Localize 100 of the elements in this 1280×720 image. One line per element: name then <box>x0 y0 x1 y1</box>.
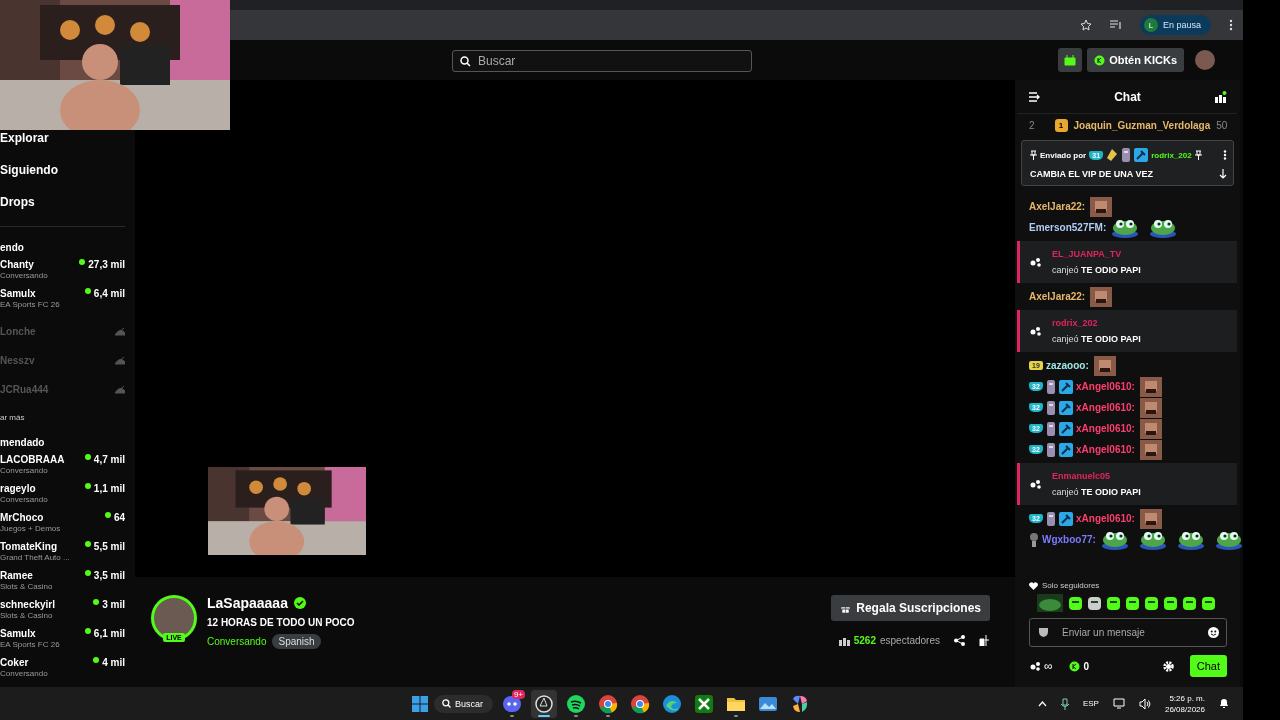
nav-item[interactable]: Explorar <box>0 131 49 145</box>
emote-icon <box>1093 355 1116 376</box>
collapse-icon[interactable] <box>1029 91 1041 102</box>
chat-username[interactable]: xAngel0610: <box>1076 381 1135 392</box>
user-avatar[interactable] <box>1195 50 1215 70</box>
taskbar-app[interactable]: 9+ <box>499 689 525 718</box>
gift-subs-button[interactable]: Regala Suscripciones <box>831 595 990 621</box>
channel-name[interactable]: Ramee <box>0 570 85 581</box>
channel-category: Juegos + Demos <box>0 524 62 533</box>
store-button[interactable] <box>1058 48 1083 72</box>
options-icon[interactable] <box>979 635 990 646</box>
channel-name[interactable]: TomateKing <box>0 541 85 552</box>
ring-icon <box>534 693 554 714</box>
channel-name[interactable]: MrChoco <box>0 512 105 523</box>
users-icon[interactable] <box>1214 90 1227 103</box>
emote-icon[interactable] <box>1145 596 1158 610</box>
store-icon <box>1064 54 1077 66</box>
media-queue-icon[interactable] <box>1109 20 1122 30</box>
emoji-icon[interactable] <box>1208 627 1219 638</box>
chat-username[interactable]: AxelJara22: <box>1029 201 1086 212</box>
emote-icon <box>1090 286 1113 307</box>
emote-icon <box>1139 439 1162 460</box>
channel-name[interactable]: rageylo <box>0 483 85 494</box>
channel-category: Grand Theft Auto ... <box>0 553 71 562</box>
chevron-up-icon[interactable] <box>1037 700 1047 707</box>
emote-icon[interactable] <box>1069 596 1082 610</box>
redeem-username[interactable]: EL_JUANPA_TV <box>1052 249 1141 259</box>
language-indicator[interactable]: ESP <box>1082 699 1099 708</box>
channel-name[interactable]: Coker <box>0 657 94 668</box>
chat-username[interactable]: xAngel0610: <box>1076 423 1135 434</box>
chat-username[interactable]: Emerson527FM: <box>1029 222 1107 233</box>
redeem-username[interactable]: Enmanuelc05 <box>1052 471 1141 481</box>
chat-username[interactable]: xAngel0610: <box>1076 513 1135 524</box>
wave-icon <box>662 693 682 714</box>
emote-icon <box>1139 508 1162 529</box>
more-icon[interactable] <box>1223 150 1227 160</box>
kicks-button[interactable]: Obtén KICKs <box>1087 48 1184 72</box>
emote-icon[interactable] <box>1126 596 1139 610</box>
nav-item[interactable]: Drops <box>0 195 35 209</box>
profile-button[interactable]: L En pausa <box>1139 15 1211 35</box>
stream-title: 12 HORAS DE TODO UN POCO <box>207 617 355 628</box>
star-icon[interactable] <box>1079 19 1092 31</box>
chat-username[interactable]: xAngel0610: <box>1076 444 1135 455</box>
viewers-label: espectadores <box>879 635 940 646</box>
emote-icon[interactable] <box>1164 596 1177 610</box>
show-more-link[interactable]: ar más <box>0 412 25 422</box>
tag[interactable]: Spanish <box>272 634 321 649</box>
emote-icon[interactable] <box>1088 596 1101 610</box>
heart-icon <box>1029 581 1038 590</box>
channel-category: Slots & Casino <box>0 582 54 591</box>
emote-icon[interactable] <box>1202 596 1215 610</box>
viewer-count: 5,5 mil <box>93 541 125 552</box>
microphone-icon[interactable] <box>1060 697 1069 710</box>
search-field[interactable]: Buscar <box>452 50 752 72</box>
leaderboard-user[interactable]: Joaquin_Guzman_Verdolaga <box>1073 119 1211 131</box>
coin-icon <box>1068 660 1080 672</box>
viewers-icon <box>838 635 850 646</box>
message-field[interactable]: Enviar un mensaje <box>1029 618 1227 647</box>
chat-username[interactable]: xAngel0610: <box>1076 402 1135 413</box>
send-button[interactable]: Chat <box>1189 655 1227 677</box>
channel-name[interactable]: Chanty <box>0 259 80 270</box>
network-icon[interactable] <box>1112 698 1125 709</box>
viewer-count: 64 <box>113 512 125 523</box>
sword-badge-icon <box>1134 148 1149 162</box>
sword-badge-icon <box>1059 442 1073 457</box>
nav-item[interactable]: Siguiendo <box>0 163 58 177</box>
viewer-count: 5262 <box>853 635 876 646</box>
channel-name[interactable]: Samulx <box>0 628 85 639</box>
streamer-name[interactable]: LaSapaaaaa <box>207 595 288 611</box>
viewer-count: 4 mil <box>102 657 125 668</box>
share-icon[interactable] <box>954 635 965 646</box>
arrow-down-icon[interactable] <box>1219 169 1227 179</box>
clock[interactable]: 5:26 p. m. 26/08/2026 <box>1164 693 1205 714</box>
points-icon <box>1030 661 1040 671</box>
emote-icon[interactable] <box>1183 596 1196 610</box>
sword-badge-icon <box>1059 379 1073 394</box>
chat-username[interactable]: zazaooo: <box>1046 360 1089 371</box>
chat-username[interactable]: Wgxboo77: <box>1042 534 1096 545</box>
emote-icon[interactable] <box>1107 596 1120 610</box>
channel-name[interactable]: schneckyirl <box>0 599 94 610</box>
channel-category: EA Sports FC 26 <box>0 640 61 649</box>
start-icon[interactable] <box>412 695 428 712</box>
menu-icon[interactable] <box>1229 19 1233 31</box>
x-mark-icon <box>694 693 714 714</box>
chat-username[interactable]: AxelJara22: <box>1029 291 1086 302</box>
settings-icon[interactable] <box>1162 660 1174 672</box>
channel-name[interactable]: Samulx <box>0 288 85 299</box>
taskbar-app[interactable] <box>531 689 557 718</box>
pinned-username[interactable]: rodrix_202 <box>1151 150 1192 160</box>
sound-waves-icon <box>566 693 586 714</box>
shield-icon <box>1039 627 1048 637</box>
category-link[interactable]: Conversando <box>207 636 267 647</box>
redeem-text: canjeó TE ODIO PAPI <box>1052 265 1141 275</box>
taskbar-search[interactable]: Buscar <box>434 694 493 713</box>
channel-name[interactable]: LACOBRAAA <box>0 454 85 465</box>
pin-icon[interactable] <box>1194 150 1202 160</box>
notification-bell-icon[interactable] <box>1219 698 1229 709</box>
speaker-icon[interactable] <box>1138 698 1151 709</box>
petals-icon <box>790 693 810 714</box>
redeem-username[interactable]: rodrix_202 <box>1052 318 1141 328</box>
